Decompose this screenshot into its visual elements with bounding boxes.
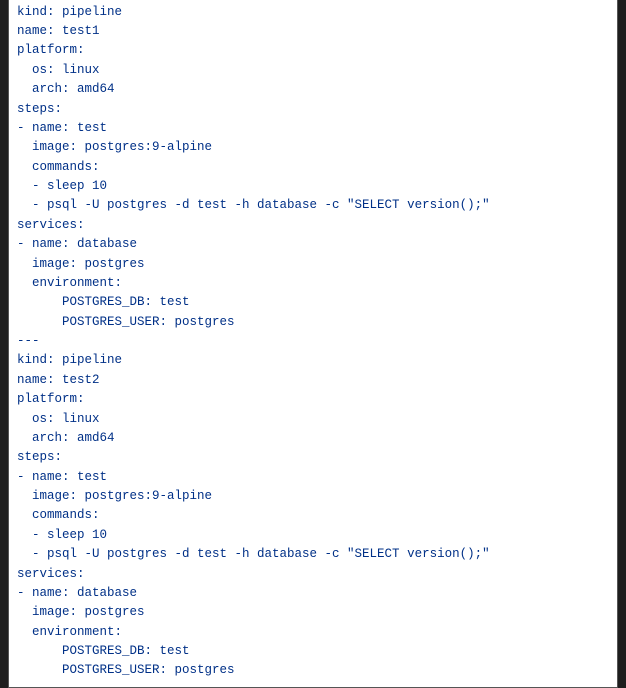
code-block: --- kind: pipeline name: test1 platform:… <box>17 0 609 681</box>
code-container: --- kind: pipeline name: test1 platform:… <box>8 0 618 688</box>
